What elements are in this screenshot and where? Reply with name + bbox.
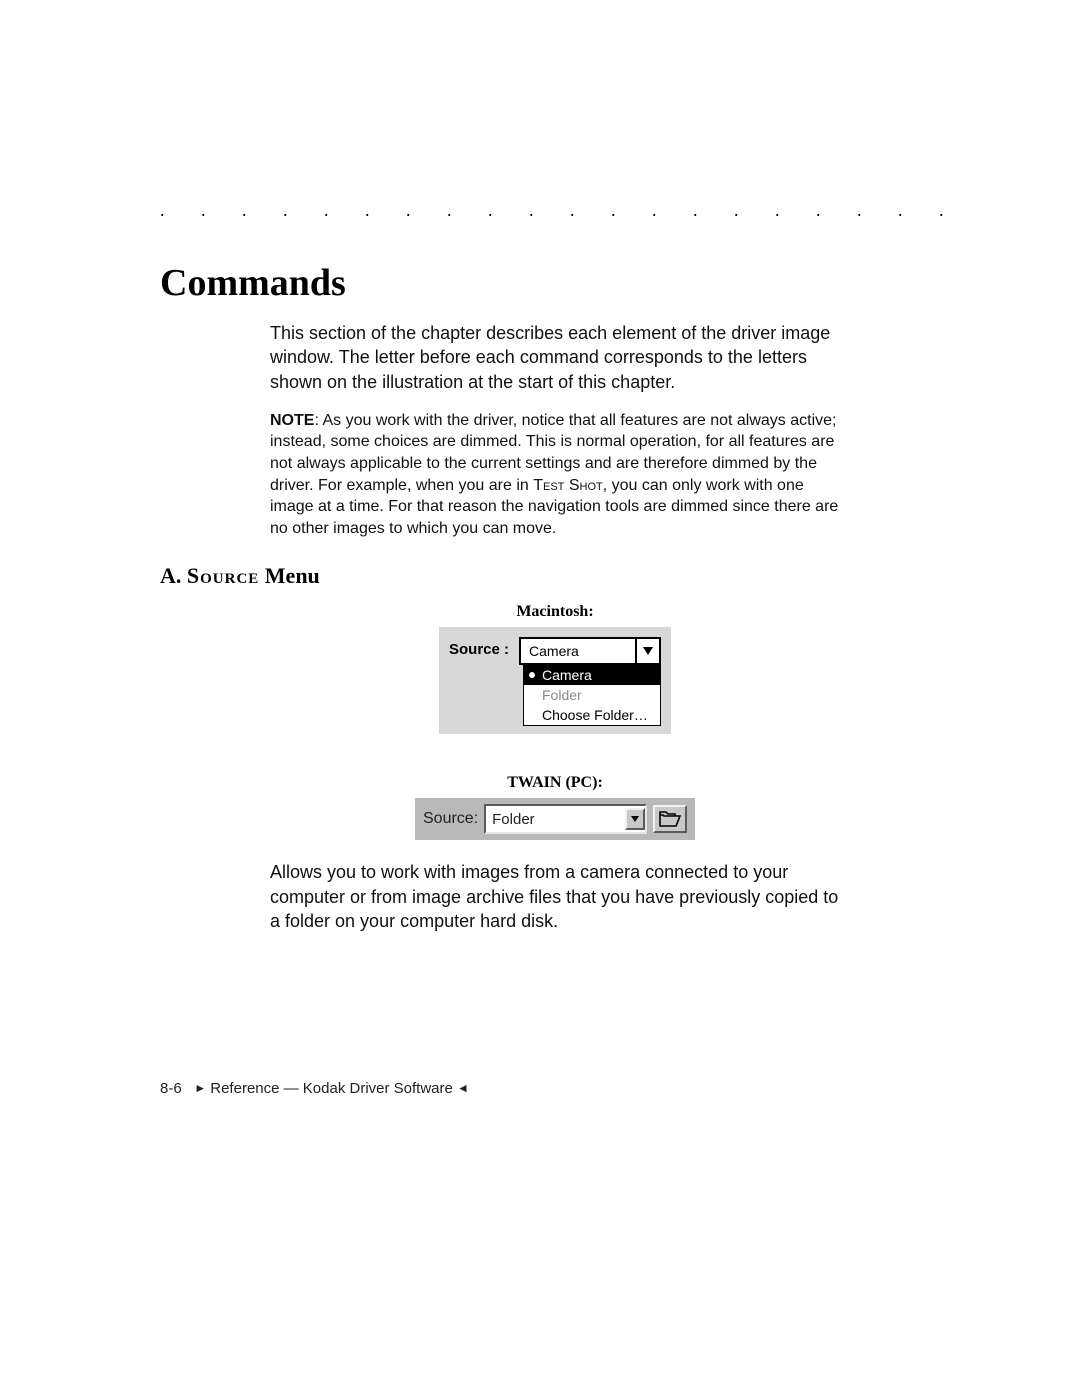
subsection-suffix: Menu <box>259 563 320 588</box>
note-paragraph: NOTE: As you work with the driver, notic… <box>270 410 840 540</box>
mac-source-menu: Camera Folder Choose Folder… <box>523 665 661 726</box>
triangle-down-icon <box>631 816 639 822</box>
mac-source-popup[interactable]: Camera <box>519 637 661 665</box>
mac-source-label: Source : <box>449 637 509 658</box>
pc-browse-folder-button[interactable] <box>653 805 687 833</box>
note-label: NOTE <box>270 412 314 429</box>
open-folder-icon <box>659 811 681 827</box>
dotted-rule: . . . . . . . . . . . . . . . . . . . . … <box>160 200 960 221</box>
body-column: This section of the chapter describes ea… <box>270 321 840 539</box>
subsection-heading: A. Source Menu <box>160 563 960 589</box>
mac-source-widget: Source : Camera Camera Folder Choose Fol… <box>439 627 671 734</box>
subsection-caps: Source <box>187 563 259 588</box>
description-paragraph: Allows you to work with images from a ca… <box>270 860 840 933</box>
pc-source-widget: Source: Folder <box>415 798 695 840</box>
mac-source-row: Source : Camera <box>449 637 661 665</box>
mac-caption: Macintosh: <box>516 603 593 621</box>
document-page: . . . . . . . . . . . . . . . . . . . . … <box>0 0 1080 1397</box>
triangle-down-icon <box>643 647 653 655</box>
footer-text: Reference — Kodak Driver Software <box>206 1080 457 1097</box>
mac-source-value: Camera <box>521 643 635 659</box>
intro-paragraph: This section of the chapter describes ea… <box>270 321 840 394</box>
figures-wrap: Macintosh: Source : Camera Camera Folder… <box>270 599 840 860</box>
pc-source-value: Folder <box>486 811 625 828</box>
mac-menu-item-folder: Folder <box>524 685 660 705</box>
section-title: Commands <box>160 261 960 305</box>
mac-menu-item-camera[interactable]: Camera <box>524 665 660 685</box>
pc-source-label: Source: <box>423 810 478 828</box>
triangle-right-icon: ► <box>194 1081 206 1095</box>
pc-source-combo[interactable]: Folder <box>484 804 647 834</box>
note-smallcaps: Test Shot <box>533 477 603 494</box>
body-column-2: Allows you to work with images from a ca… <box>270 860 840 933</box>
pc-combo-arrow-button[interactable] <box>625 808 645 830</box>
mac-menu-item-choose-folder[interactable]: Choose Folder… <box>524 705 660 725</box>
subsection-prefix: A. <box>160 563 187 588</box>
mac-popup-arrow-button[interactable] <box>635 639 659 663</box>
footer-page-number: 8-6 <box>160 1080 182 1097</box>
triangle-left-icon: ◄ <box>457 1081 469 1095</box>
page-footer: 8-6 ► Reference — Kodak Driver Software … <box>160 1080 469 1097</box>
pc-caption: TWAIN (PC): <box>507 774 603 792</box>
